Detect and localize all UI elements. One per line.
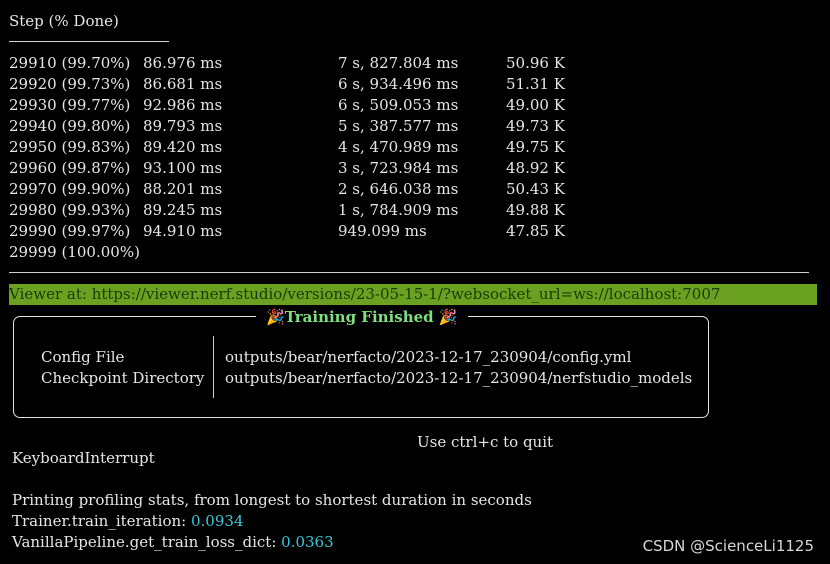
table-bottom-rule [9, 272, 809, 273]
profiling-label: VanillaPipeline.get_train_loss_dict: [12, 533, 282, 551]
profiling-item: VanillaPipeline.get_train_loss_dict: 0.0… [12, 532, 334, 552]
step-cell: 29960 (99.87%) [9, 159, 131, 177]
checkpoint-directory-path: outputs/bear/nerfacto/2023-12-17_230904/… [225, 369, 693, 387]
panel-title-text: Training Finished [284, 308, 434, 326]
table-row: 29999 (100.00%) [0, 242, 830, 263]
table-row: 29990 (99.97%) 94.910 ms 949.099 ms 47.8… [0, 221, 830, 242]
eta-cell: 5 s, 387.577 ms [338, 117, 459, 135]
panel-column-divider [213, 336, 214, 398]
training-finished-panel [13, 316, 709, 418]
iter-time-cell: 89.793 ms [143, 117, 223, 135]
keyboard-interrupt: KeyboardInterrupt [12, 449, 155, 467]
rays-cell: 49.88 K [506, 201, 565, 219]
table-row: 29960 (99.87%) 93.100 ms 3 s, 723.984 ms… [0, 158, 830, 179]
rays-cell: 48.92 K [506, 159, 565, 177]
rays-cell: 50.43 K [506, 180, 565, 198]
table-row: 29930 (99.77%) 92.986 ms 6 s, 509.053 ms… [0, 95, 830, 116]
party-popper-icon: 🎉 [438, 308, 458, 326]
table-row: 29920 (99.73%) 86.681 ms 6 s, 934.496 ms… [0, 74, 830, 95]
iter-time-cell: 86.681 ms [143, 75, 223, 93]
table-row: 29980 (99.93%) 89.245 ms 1 s, 784.909 ms… [0, 200, 830, 221]
quit-hint: Use ctrl+c to quit [417, 433, 554, 451]
eta-cell: 1 s, 784.909 ms [338, 201, 459, 219]
csdn-watermark: CSDN @ScienceLi1125 [642, 537, 814, 555]
step-cell: 29940 (99.80%) [9, 117, 131, 135]
profiling-heading: Printing profiling stats, from longest t… [12, 491, 532, 509]
eta-cell: 6 s, 509.053 ms [338, 96, 459, 114]
step-cell: 29970 (99.90%) [9, 180, 131, 198]
table-row: 29910 (99.70%) 86.976 ms 7 s, 827.804 ms… [0, 53, 830, 74]
iter-time-cell: 89.245 ms [143, 201, 223, 219]
table-row: 29940 (99.80%) 89.793 ms 5 s, 387.577 ms… [0, 116, 830, 137]
rays-cell: 51.31 K [506, 75, 565, 93]
eta-cell: 6 s, 934.496 ms [338, 75, 459, 93]
iter-time-cell: 92.986 ms [143, 96, 223, 114]
step-cell: 29990 (99.97%) [9, 222, 131, 240]
eta-cell: 2 s, 646.038 ms [338, 180, 459, 198]
eta-cell: 7 s, 827.804 ms [338, 54, 459, 72]
panel-title: 🎉Training Finished 🎉 [256, 306, 468, 328]
iter-time-cell: 93.100 ms [143, 159, 223, 177]
profiling-value: 0.0934 [191, 512, 244, 530]
rays-cell: 50.96 K [506, 54, 565, 72]
rays-cell: 49.00 K [506, 96, 565, 114]
step-cell: 29910 (99.70%) [9, 54, 131, 72]
config-file-path: outputs/bear/nerfacto/2023-12-17_230904/… [225, 348, 632, 366]
step-cell: 29930 (99.77%) [9, 96, 131, 114]
rays-cell: 49.75 K [506, 138, 565, 156]
iter-time-cell: 88.201 ms [143, 180, 223, 198]
step-cell: 29980 (99.93%) [9, 201, 131, 219]
iter-time-cell: 89.420 ms [143, 138, 223, 156]
party-popper-icon: 🎉 [266, 308, 285, 326]
profiling-value: 0.0363 [281, 533, 334, 551]
header-underline [9, 41, 169, 42]
config-file-label: Config File [41, 348, 125, 366]
iter-time-cell: 94.910 ms [143, 222, 223, 240]
step-cell: 29999 (100.00%) [9, 243, 140, 261]
table-row: 29970 (99.90%) 88.201 ms 2 s, 646.038 ms… [0, 179, 830, 200]
eta-cell: 3 s, 723.984 ms [338, 159, 459, 177]
rays-cell: 49.73 K [506, 117, 565, 135]
eta-cell: 4 s, 470.989 ms [338, 138, 459, 156]
rays-cell: 47.85 K [506, 222, 565, 240]
profiling-label: Trainer.train_iteration: [12, 512, 191, 530]
checkpoint-directory-label: Checkpoint Directory [41, 369, 205, 387]
viewer-url-banner[interactable]: Viewer at: https://viewer.nerf.studio/ve… [9, 284, 817, 305]
progress-header: Step (% Done) [9, 12, 119, 30]
eta-cell: 949.099 ms [338, 222, 427, 240]
profiling-item: Trainer.train_iteration: 0.0934 [12, 511, 244, 531]
step-cell: 29920 (99.73%) [9, 75, 131, 93]
step-cell: 29950 (99.83%) [9, 138, 131, 156]
iter-time-cell: 86.976 ms [143, 54, 223, 72]
table-row: 29950 (99.83%) 89.420 ms 4 s, 470.989 ms… [0, 137, 830, 158]
